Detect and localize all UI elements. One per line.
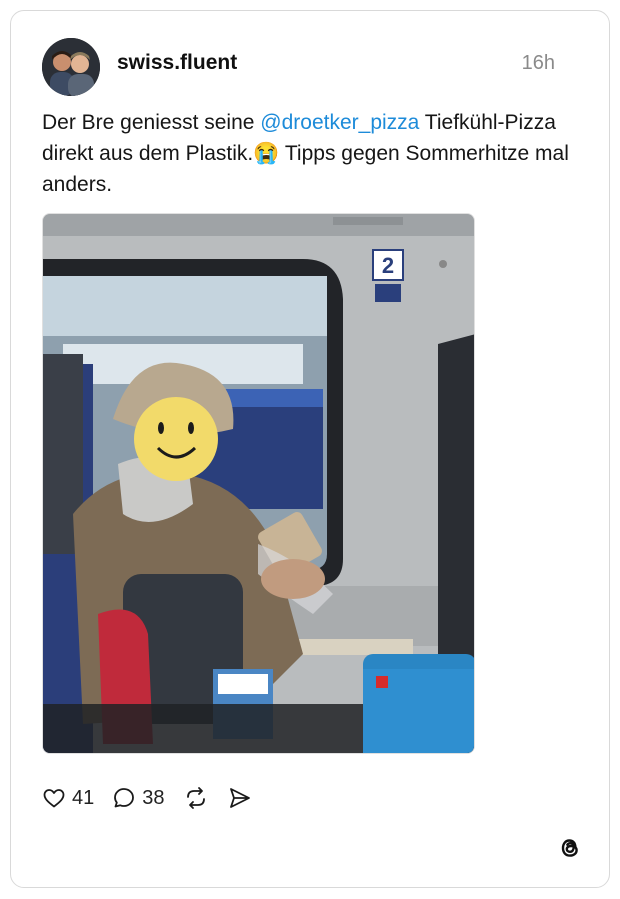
post-image[interactable]: 2	[42, 213, 475, 754]
mention-link[interactable]: @droetker_pizza	[260, 111, 419, 134]
text-part: Der Bre geniesst seine	[42, 111, 261, 134]
reply-count: 38	[142, 786, 165, 809]
like-count: 41	[72, 786, 95, 809]
repost-button[interactable]	[183, 785, 209, 811]
timestamp: 16h	[521, 52, 555, 74]
heart-icon	[42, 786, 66, 810]
username[interactable]: swiss.fluent	[117, 51, 237, 75]
comment-icon	[112, 786, 136, 810]
post-card: swiss.fluent 16h Der Bre geniesst seine …	[10, 10, 610, 888]
like-button[interactable]: 41	[42, 786, 94, 810]
action-bar: 41 38	[42, 783, 271, 813]
post-text: Der Bre geniesst seine @droetker_pizza T…	[42, 107, 572, 200]
share-button[interactable]	[227, 785, 253, 811]
crying-emoji-icon: 😭	[253, 142, 280, 165]
repost-icon	[183, 785, 209, 811]
threads-logo-icon	[557, 835, 583, 861]
send-icon	[227, 785, 253, 811]
reply-button[interactable]: 38	[112, 786, 165, 810]
avatar[interactable]	[42, 38, 100, 96]
svg-text:2: 2	[382, 253, 394, 278]
